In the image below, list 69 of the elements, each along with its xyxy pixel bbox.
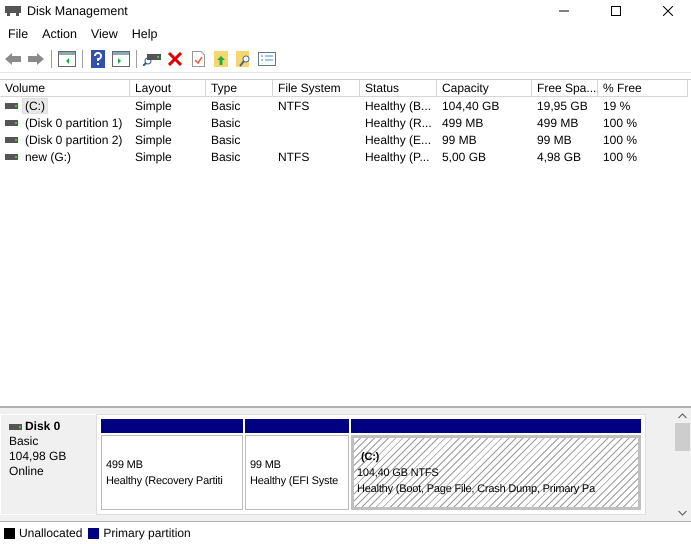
disk-state: Online — [9, 464, 45, 479]
table-cell-text: Basic — [210, 98, 242, 112]
table-cell-text: Basic — [210, 116, 242, 130]
menu-item[interactable]: Help — [124, 27, 164, 41]
disk-type: Basic — [9, 434, 40, 449]
help-icon[interactable] — [88, 49, 108, 69]
disk-size: 104,98 GB — [9, 449, 68, 464]
table-cell-text: Simple — [134, 132, 173, 146]
table-cell-text: 100 % — [602, 150, 638, 164]
table-cell-text: 104,40 GB — [441, 98, 500, 112]
legend-label: Primary partition — [103, 526, 191, 540]
scroll-thumb[interactable] — [675, 423, 690, 451]
table-cell-text: 499 MB — [441, 116, 484, 130]
scroll-down-icon[interactable] — [678, 510, 687, 516]
table-cell-text: NTFS — [277, 98, 310, 112]
drive-icon — [5, 120, 18, 126]
table-cell-text: 19,95 GB — [536, 98, 589, 112]
column-header[interactable]: File System — [273, 80, 360, 97]
drive-name[interactable]: new (G:) — [22, 148, 74, 164]
disk-icon — [5, 5, 21, 17]
column-header[interactable]: Type — [206, 80, 273, 97]
drive-icon — [5, 154, 18, 160]
partition-block[interactable]: 499 MB Healthy (Recovery Partiti — [101, 435, 243, 510]
scroll-up-icon[interactable] — [678, 413, 687, 419]
table-cell-text: 100 % — [602, 132, 638, 146]
maximize-icon[interactable] — [611, 6, 621, 16]
table-cell-text: NTFS — [277, 150, 310, 164]
column-header[interactable]: Layout — [130, 80, 206, 97]
column-header[interactable]: Free Spa... — [532, 80, 598, 97]
folder-up-icon[interactable] — [211, 49, 231, 69]
drive-icon — [5, 102, 18, 108]
table-cell-text: 499 MB — [536, 116, 580, 130]
column-header[interactable]: Status — [360, 80, 437, 97]
table-cell-text: Simple — [134, 116, 173, 130]
column-header[interactable]: Capacity — [437, 80, 532, 97]
table-cell-text: Basic — [210, 132, 242, 146]
drive-name[interactable]: (Disk 0 partition 2) — [22, 132, 126, 148]
table-cell-text: Simple — [134, 98, 173, 112]
legend-label: Unallocated — [19, 526, 82, 540]
delete-icon[interactable] — [165, 49, 185, 69]
properties-icon[interactable] — [257, 49, 277, 69]
partition-block[interactable]: 99 MB Healthy (EFI Syste — [245, 435, 349, 510]
table-cell-text: Simple — [134, 150, 173, 164]
menu-item[interactable]: View — [84, 27, 125, 41]
disk-name: Disk 0 — [25, 419, 60, 434]
table-cell-text: Healthy (B... — [364, 98, 432, 112]
table-cell-text: 19 % — [602, 98, 632, 112]
table-cell-text: 99 MB — [536, 132, 573, 146]
action-pane-icon[interactable] — [111, 49, 131, 69]
partition-block[interactable]: (C:) 104,40 GB NTFS Healthy (Boot, Page File, Crash Dump, Primary Pa — [351, 435, 641, 510]
column-header[interactable]: % Free — [598, 80, 688, 97]
table-cell-text: 99 MB — [441, 132, 478, 146]
drive-name[interactable]: (Disk 0 partition 1) — [22, 114, 126, 130]
table-cell-text: Basic — [210, 150, 242, 164]
table-cell-text: 4,98 GB — [536, 150, 582, 164]
drive-icon — [5, 136, 18, 142]
close-icon[interactable] — [663, 6, 673, 16]
console-tree-icon[interactable] — [57, 49, 77, 69]
table-cell-text: 5,00 GB — [441, 150, 488, 164]
drive-name[interactable]: (C:) — [22, 98, 48, 114]
menu-item[interactable]: File — [1, 27, 36, 41]
table-cell-text: Healthy (R... — [364, 116, 433, 130]
table-cell-text: Healthy (P... — [364, 150, 430, 164]
table-cell-text: 100 % — [602, 116, 638, 130]
menu-item[interactable]: Action — [35, 27, 84, 41]
window-title: Disk Management — [27, 4, 129, 18]
drive-icon — [9, 424, 22, 430]
column-header[interactable]: Volume — [0, 80, 130, 97]
table-cell-text: Healthy (E... — [364, 132, 432, 146]
